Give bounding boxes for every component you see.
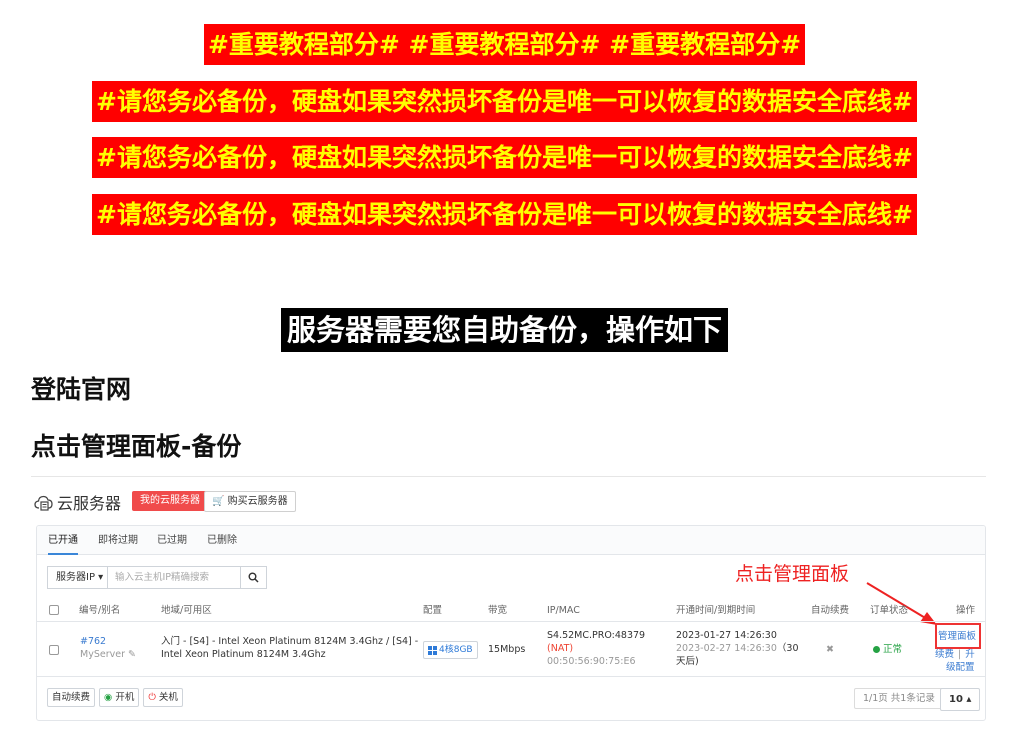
days-left-suffix: 天后) <box>676 656 699 667</box>
col-status: 订单状态 <box>870 605 909 616</box>
expire-time: 2023-02-27 14:26:30 <box>676 643 777 654</box>
self-backup-banner: 服务器需要您自助备份，操作如下 <box>0 308 1009 352</box>
power-off-button[interactable]: ⏻ 关机 <box>143 688 183 707</box>
bulk-actions: 自动续费 ◉ 开机 ⏻ 关机 <box>47 688 183 707</box>
server-list-card: 已开通 即将过期 已过期 已删除 服务器IP ▾ 输入云主机IP精确搜索 点击管… <box>36 525 986 721</box>
warning-banner-2: #请您务必备份，硬盘如果突然损坏备份是唯一可以恢复的数据安全底线# <box>0 137 1009 178</box>
search-input[interactable]: 输入云主机IP精确搜索 <box>107 566 241 589</box>
nat-label: (NAT) <box>547 643 574 654</box>
annotation-text: 点击管理面板 <box>735 563 850 585</box>
page-size-select[interactable]: 10 ▴ <box>940 688 981 711</box>
search-filter-label: 服务器IP <box>56 572 95 583</box>
auto-renew-button[interactable]: 自动续费 <box>47 688 96 707</box>
warning-banner-3: #请您务必备份，硬盘如果突然损坏备份是唯一可以恢复的数据安全底线# <box>0 194 1009 235</box>
auto-renew-off-icon: ✖ <box>826 644 834 655</box>
buy-server-button[interactable]: 🛒 购买云服务器 <box>204 491 296 512</box>
divider <box>31 476 986 477</box>
days-left: （30 <box>776 643 799 654</box>
status-dot-icon <box>873 646 880 653</box>
table-header: 编号/别名 地域/可用区 配置 带宽 IP/MAC 开通时间/到期时间 自动续费… <box>37 599 985 622</box>
panel-title-text: 云服务器 <box>57 494 122 513</box>
ip-address: S4.52MC.PRO:48379 <box>547 630 646 641</box>
config-text: 4核8GB <box>439 645 473 655</box>
server-id-link[interactable]: #762 <box>80 635 106 648</box>
region-line-1: 入门 - [S4] - Intel Xeon Platinum 8124M 3.… <box>161 636 419 647</box>
col-auto-renew: 自动续费 <box>811 605 850 616</box>
warning-banner-text: #请您务必备份，硬盘如果突然损坏备份是唯一可以恢复的数据安全底线# <box>92 81 917 122</box>
power-off-icon: ⏻ <box>148 692 156 703</box>
pagination-info: 1/1页 共1条记录 <box>854 688 944 709</box>
tab-expired[interactable]: 已过期 <box>157 526 187 555</box>
buy-server-label: 购买云服务器 <box>227 496 288 507</box>
region-line-2: Intel Xeon Platinum 8124M 3.4Ghz <box>161 649 326 660</box>
step-backup-heading: 点击管理面板-备份 <box>31 432 242 461</box>
bandwidth-value: 15Mbps <box>488 644 526 655</box>
tab-expiring[interactable]: 即将过期 <box>98 526 138 555</box>
self-backup-banner-text: 服务器需要您自助备份，操作如下 <box>280 308 728 352</box>
tab-active[interactable]: 已开通 <box>48 526 78 555</box>
cloud-server-panel: 云服务器 我的云服务器 🛒 购买云服务器 已开通 即将过期 已过期 已删除 服务… <box>31 485 986 725</box>
important-banner-text: #重要教程部分# #重要教程部分# #重要教程部分# <box>203 24 806 65</box>
edit-icon[interactable]: ✎ <box>128 649 136 660</box>
panel-title: 云服务器 <box>34 490 121 514</box>
table-row: #762 MyServer ✎ 入门 - [S4] - Intel Xeon P… <box>37 623 985 677</box>
manage-panel-link[interactable]: 管理面板 <box>938 630 976 643</box>
col-config: 配置 <box>423 605 443 616</box>
upgrade-link-cont[interactable]: 级配置 <box>946 661 975 674</box>
status-badge: 正常 <box>873 643 902 656</box>
col-time: 开通时间/到期时间 <box>676 605 756 616</box>
search-icon <box>248 572 259 583</box>
status-tabs: 已开通 即将过期 已过期 已删除 <box>37 526 985 555</box>
col-actions: 操作 <box>956 605 976 616</box>
power-on-label: 开机 <box>115 692 135 703</box>
server-alias: MyServer ✎ <box>80 648 136 661</box>
search-button[interactable] <box>241 566 267 589</box>
my-servers-button[interactable]: 我的云服务器 <box>132 491 208 511</box>
power-on-button[interactable]: ◉ 开机 <box>99 688 140 707</box>
tab-deleted[interactable]: 已删除 <box>207 526 237 555</box>
search-bar: 服务器IP ▾ 输入云主机IP精确搜索 <box>47 566 267 589</box>
caret-up-icon: ▴ <box>962 694 972 705</box>
caret-down-icon: ▾ <box>94 572 104 583</box>
power-off-label: 关机 <box>158 692 178 703</box>
select-all-checkbox[interactable] <box>49 605 59 615</box>
search-filter-dropdown[interactable]: 服务器IP ▾ <box>47 566 107 589</box>
action-separator: | <box>958 649 962 660</box>
col-region: 地域/可用区 <box>161 605 212 616</box>
renew-link[interactable]: 续费 <box>935 649 954 660</box>
page-size-value: 10 <box>949 694 963 705</box>
col-ip: IP/MAC <box>547 605 580 616</box>
cart-icon: 🛒 <box>212 496 225 507</box>
mac-address: 00:50:56:90:75:E6 <box>547 656 636 667</box>
warning-banner-text: #请您务必备份，硬盘如果突然损坏备份是唯一可以恢复的数据安全底线# <box>92 194 917 235</box>
warning-banner-1: #请您务必备份，硬盘如果突然损坏备份是唯一可以恢复的数据安全底线# <box>0 81 1009 122</box>
power-on-icon: ◉ <box>104 692 113 703</box>
warning-banner-text: #请您务必备份，硬盘如果突然损坏备份是唯一可以恢复的数据安全底线# <box>92 137 917 178</box>
config-badge: 4核8GB <box>423 641 478 659</box>
col-bandwidth: 带宽 <box>488 605 508 616</box>
important-banner: #重要教程部分# #重要教程部分# #重要教程部分# <box>0 24 1009 65</box>
col-id: 编号/别名 <box>79 605 121 616</box>
upgrade-link[interactable]: 升 <box>965 649 975 660</box>
open-time: 2023-01-27 14:26:30 <box>676 630 777 641</box>
status-text: 正常 <box>883 644 903 655</box>
server-alias-text: MyServer <box>80 649 125 660</box>
cloud-server-icon <box>34 495 53 511</box>
windows-icon <box>428 645 437 655</box>
row-checkbox[interactable] <box>49 645 59 655</box>
step-login-heading: 登陆官网 <box>31 375 132 404</box>
auto-renew-label: 自动续费 <box>52 692 91 703</box>
